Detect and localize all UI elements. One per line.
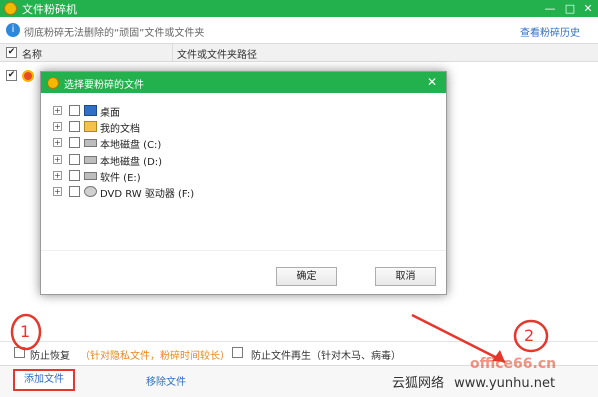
watermark: 云狐网络 www.yunhu.net [392,372,598,394]
watermark-cn: 云狐网络 [392,376,445,391]
annotation-mark-1: 1 [20,322,31,341]
annotation-mark-2: 2 [524,326,535,345]
annotation-overlay [10,313,549,364]
annotation-arrow-line [411,313,506,364]
watermark-url: www.yunhu.net [454,376,556,391]
watermark-overlay: office66.cn [470,356,557,372]
